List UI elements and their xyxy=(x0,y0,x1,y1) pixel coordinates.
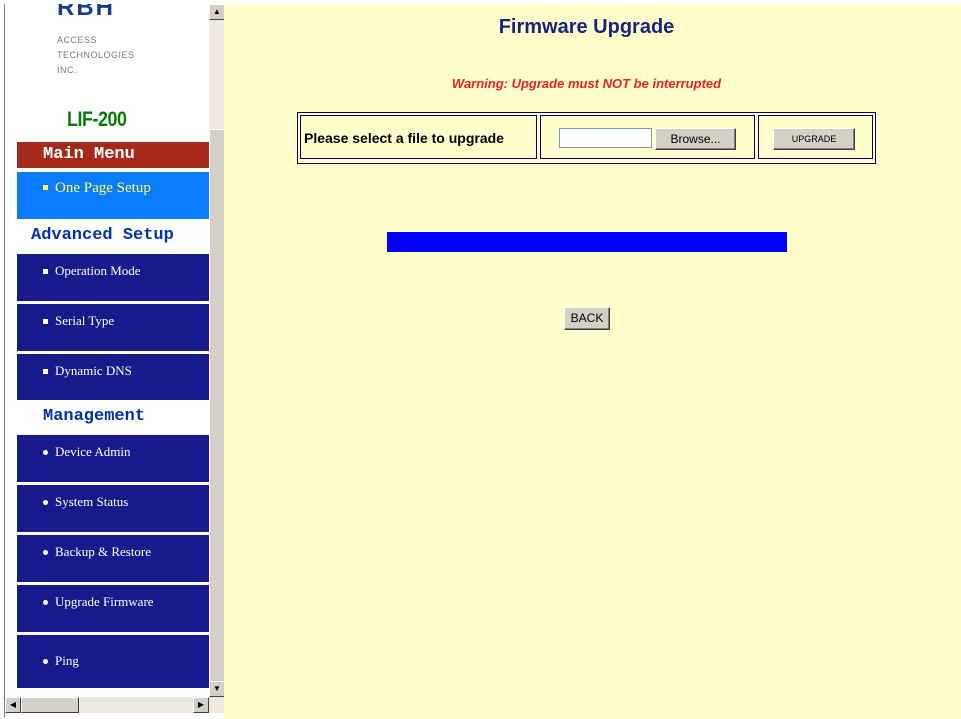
sidebar-item-label: One Page Setup xyxy=(55,180,151,196)
device-name: LIF-200 xyxy=(67,108,127,131)
file-path-input[interactable] xyxy=(559,128,652,148)
sidebar-item-label: Operation Mode xyxy=(55,263,141,278)
sidebar-horizontal-scrollbar[interactable]: ◀ ▶ xyxy=(5,697,225,713)
progress-bar xyxy=(387,232,787,252)
file-input-cell: Browse... xyxy=(540,115,755,159)
advanced-setup-header: Advanced Setup xyxy=(17,221,209,251)
sidebar-item-operation-mode[interactable]: Operation Mode xyxy=(17,254,209,301)
scroll-left-button[interactable]: ◀ xyxy=(5,697,21,713)
upgrade-button-cell: UPGRADE xyxy=(758,115,873,159)
sidebar-item-label: System Status xyxy=(55,494,129,509)
triangle-up-icon: ▲ xyxy=(213,7,221,16)
sidebar-item-backup-restore[interactable]: Backup & Restore xyxy=(17,535,209,582)
scroll-up-button[interactable]: ▲ xyxy=(209,4,225,20)
sidebar-item-device-admin[interactable]: Device Admin xyxy=(17,435,209,482)
sidebar-item-label: Dynamic DNS xyxy=(55,363,132,378)
bullet-icon xyxy=(43,318,48,324)
file-label-cell: Please select a file to upgrade xyxy=(300,115,537,159)
sidebar-item-system-status[interactable]: System Status xyxy=(17,485,209,532)
browse-button[interactable]: Browse... xyxy=(655,128,736,150)
sidebar-item-serial-type[interactable]: Serial Type xyxy=(17,304,209,351)
logo-line-3: INC. xyxy=(57,65,77,75)
bullet-icon xyxy=(43,368,48,374)
sidebar-item-upgrade-firmware[interactable]: Upgrade Firmware xyxy=(17,585,209,632)
bullet-icon xyxy=(43,499,48,505)
upgrade-form-table: Please select a file to upgrade Browse..… xyxy=(297,112,876,164)
bullet-icon xyxy=(43,185,48,191)
bullet-icon xyxy=(43,658,48,664)
main-menu-header: Main Menu xyxy=(17,142,209,168)
management-header: Management xyxy=(17,400,209,433)
page-title: Firmware Upgrade xyxy=(498,16,675,38)
sidebar-item-ping[interactable]: Ping xyxy=(17,635,209,688)
sidebar-vertical-scrollbar[interactable]: ▲ ▼ xyxy=(209,4,225,697)
warning-message: Warning: Upgrade must NOT be interrupted xyxy=(451,76,722,91)
sidebar-frame: RBH ACCESS TECHNOLOGIES INC. LIF-200 Mai… xyxy=(4,4,225,717)
scrollbar-track[interactable] xyxy=(209,20,225,129)
logo-line-2: TECHNOLOGIES xyxy=(57,50,135,60)
bullet-icon xyxy=(43,549,48,555)
sidebar-item-label: Upgrade Firmware xyxy=(55,594,154,609)
logo-text: RBH xyxy=(57,4,115,16)
scroll-down-button[interactable]: ▼ xyxy=(209,681,225,697)
sidebar-item-label: Backup & Restore xyxy=(55,544,152,559)
bullet-icon xyxy=(43,449,48,455)
progress-fill xyxy=(387,232,787,252)
sidebar-item-label: Serial Type xyxy=(55,313,115,328)
scrollbar-thumb[interactable] xyxy=(21,697,79,713)
company-logo: RBH xyxy=(47,4,187,16)
sidebar-item-one-page-setup[interactable]: One Page Setup xyxy=(17,172,209,219)
upgrade-button[interactable]: UPGRADE xyxy=(773,128,855,150)
logo-line-1: ACCESS xyxy=(57,35,98,45)
file-select-label: Please select a file to upgrade xyxy=(304,130,504,146)
sidebar-item-dynamic-dns[interactable]: Dynamic DNS xyxy=(17,354,209,401)
sidebar-item-label: Device Admin xyxy=(55,444,131,459)
scroll-right-button[interactable]: ▶ xyxy=(193,697,209,713)
triangle-down-icon: ▼ xyxy=(213,684,221,693)
bullet-icon xyxy=(43,268,48,274)
scrollbar-thumb[interactable] xyxy=(209,129,225,684)
triangle-right-icon: ▶ xyxy=(197,700,205,709)
content-frame: Firmware Upgrade Warning: Upgrade must N… xyxy=(224,4,961,719)
back-button[interactable]: BACK xyxy=(564,307,610,330)
sidebar-item-label: Ping xyxy=(55,653,79,668)
bullet-icon xyxy=(43,599,48,605)
triangle-left-icon: ◀ xyxy=(9,700,17,709)
